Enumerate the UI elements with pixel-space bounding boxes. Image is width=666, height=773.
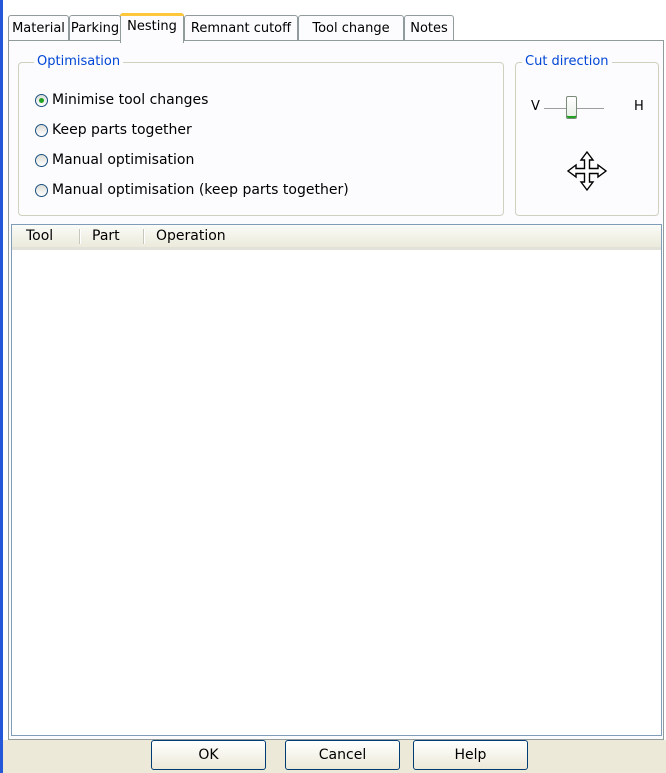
slider-label-h: H xyxy=(634,99,644,114)
operations-list[interactable]: Tool Part Operation xyxy=(11,224,662,736)
radio-label: Minimise tool changes xyxy=(52,92,209,108)
radio-selected-icon[interactable] xyxy=(35,93,48,107)
cancel-button[interactable]: Cancel xyxy=(285,740,400,770)
list-header: Tool Part Operation xyxy=(12,225,661,250)
radio-label: Manual optimisation (keep parts together… xyxy=(52,182,349,198)
window-border xyxy=(0,0,3,773)
tab-material[interactable]: Material xyxy=(8,15,69,41)
radio-manual-optimisation-keep-parts[interactable]: Manual optimisation (keep parts together… xyxy=(35,180,349,200)
radio-minimise-tool-changes[interactable]: Minimise tool changes xyxy=(35,90,208,110)
optimisation-group-title: Optimisation xyxy=(34,54,124,70)
tab-parking[interactable]: Parking xyxy=(69,15,121,41)
radio-keep-parts-together[interactable]: Keep parts together xyxy=(35,120,192,140)
dialog-button-bar: OK Cancel Help xyxy=(3,740,666,773)
tab-remnant-cutoff[interactable]: Remnant cutoff xyxy=(184,15,298,41)
column-header-part[interactable]: Part xyxy=(86,225,146,247)
slider-label-v: V xyxy=(531,99,540,114)
column-divider[interactable] xyxy=(79,229,80,244)
move-arrows-icon xyxy=(565,149,609,193)
tab-notes[interactable]: Notes xyxy=(404,15,454,41)
cut-direction-group: Cut direction V H xyxy=(515,54,659,216)
radio-unselected-icon[interactable] xyxy=(35,183,48,197)
cut-direction-slider-thumb[interactable] xyxy=(566,96,577,119)
radio-manual-optimisation[interactable]: Manual optimisation xyxy=(35,150,194,170)
radio-label: Manual optimisation xyxy=(52,152,195,168)
ok-button[interactable]: OK xyxy=(151,740,266,770)
radio-label: Keep parts together xyxy=(52,122,192,138)
help-button[interactable]: Help xyxy=(413,740,528,770)
tab-nesting[interactable]: Nesting xyxy=(120,13,184,43)
cut-direction-group-title: Cut direction xyxy=(522,54,612,70)
radio-unselected-icon[interactable] xyxy=(35,153,48,167)
radio-unselected-icon[interactable] xyxy=(35,123,48,137)
column-header-operation[interactable]: Operation xyxy=(150,225,290,247)
column-divider[interactable] xyxy=(143,229,144,244)
column-header-tool[interactable]: Tool xyxy=(20,225,80,247)
optimisation-group: Optimisation Minimise tool changes Keep … xyxy=(18,54,504,216)
tab-tool-change[interactable]: Tool change xyxy=(298,15,404,41)
nesting-dialog: Material Parking Nesting Remnant cutoff … xyxy=(0,0,666,773)
